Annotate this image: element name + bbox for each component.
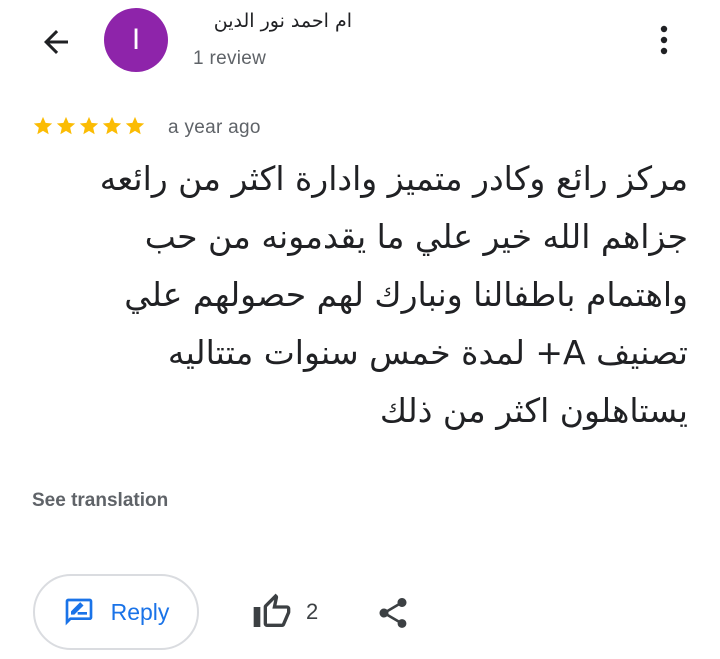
- back-button[interactable]: [34, 22, 78, 62]
- reply-button[interactable]: Reply: [33, 574, 199, 650]
- arrow-back-icon: [44, 30, 68, 54]
- see-translation-link[interactable]: See translation: [32, 490, 168, 512]
- star-icon: [56, 116, 76, 135]
- review-text: مركز رائع وكادر متميز وادارة اكثر من رائ…: [28, 150, 688, 440]
- star-icon: [102, 116, 122, 135]
- share-icon: [379, 598, 407, 628]
- more-vert-icon: [660, 25, 668, 55]
- share-button[interactable]: [372, 592, 414, 634]
- review-date: a year ago: [168, 117, 261, 138]
- review-text-line: واهتمام باطفالنا ونبارك لهم حصولهم علي: [124, 275, 688, 314]
- author-name[interactable]: ام احمد نور الدين: [192, 10, 352, 32]
- more-options-button[interactable]: [646, 18, 682, 62]
- thumb-up-icon: [253, 593, 291, 627]
- review-text-line: جزاهم الله خير علي ما يقدمونه من حب: [144, 217, 688, 256]
- star-icon: [33, 116, 53, 135]
- like-button[interactable]: 2: [252, 590, 318, 634]
- rate-review-icon: [65, 598, 92, 626]
- avatar-letter: I: [131, 23, 141, 56]
- like-count: 2: [306, 599, 319, 624]
- avatar[interactable]: I: [104, 8, 168, 72]
- star-icon: [125, 116, 145, 135]
- review-count: 1 review: [193, 48, 267, 69]
- review-text-line: تصنيف A+ لمدة خمس سنوات متتاليه: [167, 333, 688, 372]
- review-text-line: مركز رائع وكادر متميز وادارة اكثر من رائ…: [99, 159, 688, 198]
- star-icon: [79, 116, 99, 135]
- review-text-line: يستاهلون اكثر من ذلك: [379, 391, 688, 430]
- star-rating: [32, 115, 146, 137]
- reply-label: Reply: [110, 598, 170, 625]
